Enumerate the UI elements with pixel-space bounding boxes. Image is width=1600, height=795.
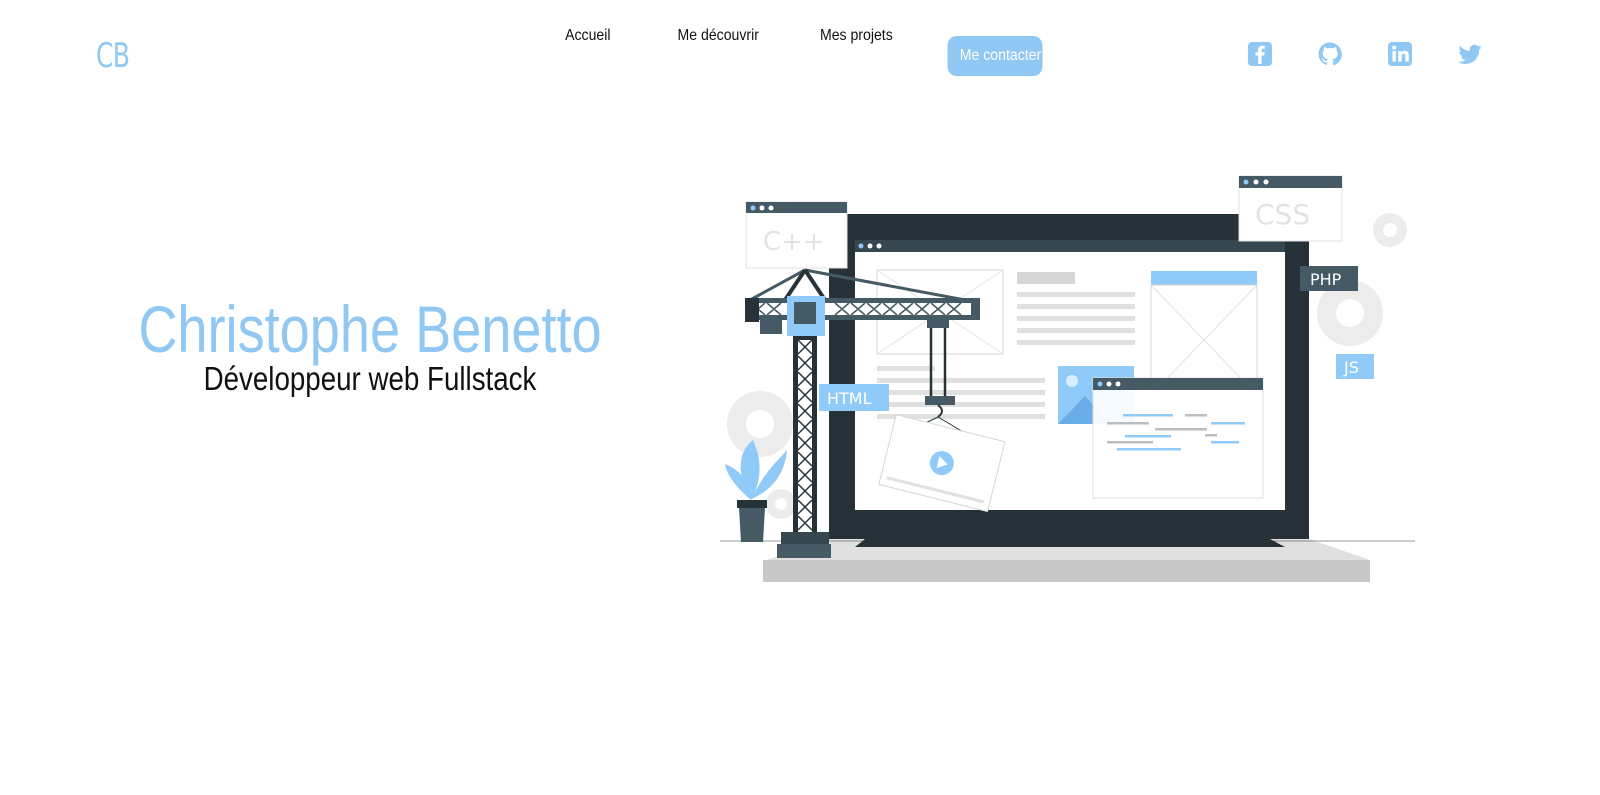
site-logo[interactable]: CB (96, 36, 130, 76)
css-tag: CSS (1255, 198, 1310, 231)
twitter-icon[interactable] (1456, 40, 1484, 68)
nav-link-mes-projets[interactable]: Mes projets (808, 17, 905, 55)
html-tag: HTML (827, 389, 872, 408)
hero-subtitle: Développeur web Fullstack (203, 360, 537, 397)
php-tag: PHP (1310, 270, 1342, 289)
navbar: CB Accueil Me découvrir Mes projets Me c… (0, 0, 1600, 112)
facebook-icon[interactable] (1246, 40, 1274, 68)
github-icon[interactable] (1316, 40, 1344, 68)
linkedin-icon[interactable] (1386, 40, 1414, 68)
hero-section: Christophe Benetto Développeur web Fulls… (80, 294, 660, 398)
cpp-tag: C++ (763, 227, 825, 257)
js-tag: JS (1343, 358, 1359, 377)
contact-button[interactable]: Me contacter (947, 36, 1043, 76)
nav-link-accueil[interactable]: Accueil (553, 17, 623, 55)
construction-laptop-illustration: C++ CSS PHP JS HTML (715, 170, 1435, 600)
nav-link-me-decouvrir[interactable]: Me découvrir (665, 17, 771, 55)
hero-name: Christophe Benetto (138, 292, 602, 366)
